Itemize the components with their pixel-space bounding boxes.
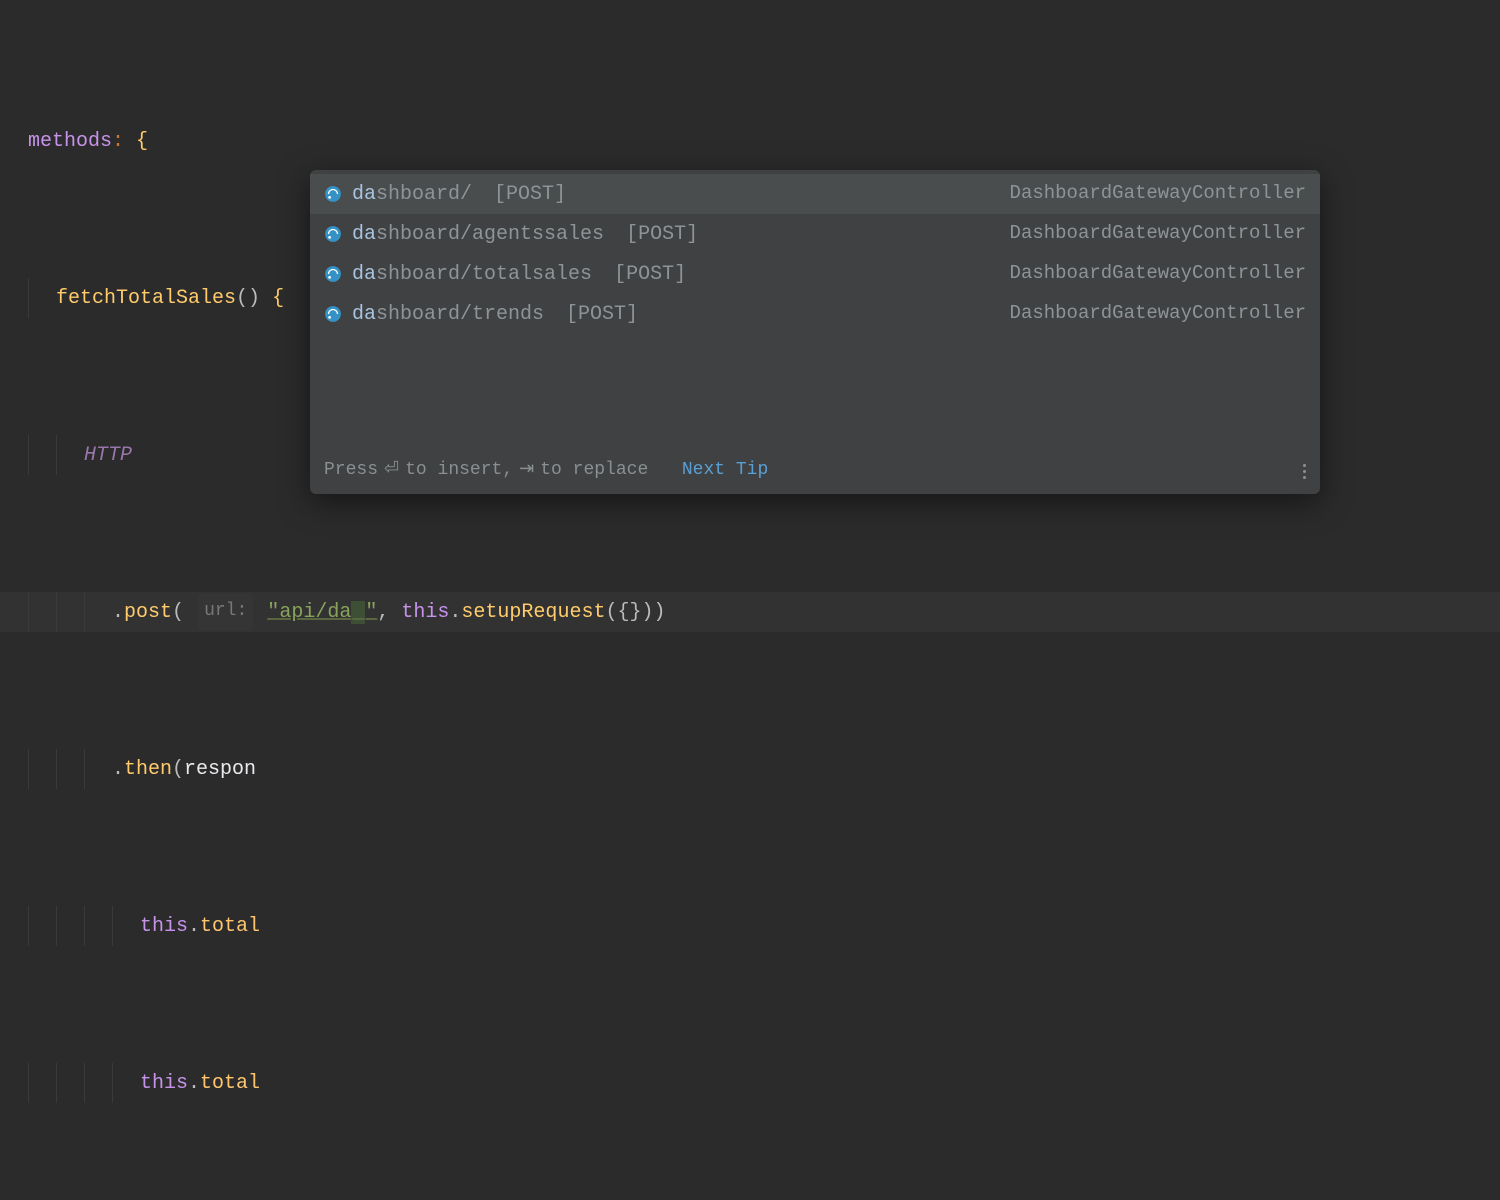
autocomplete-method: [POST]	[566, 295, 638, 334]
autocomplete-source: DashboardGatewayController	[1010, 175, 1306, 212]
footer-text: Press	[324, 453, 378, 488]
brace-token: {	[136, 122, 148, 161]
autocomplete-method: [POST]	[626, 215, 698, 254]
autocomplete-label: dashboard/trends	[352, 295, 544, 334]
autocomplete-label: dashboard/	[352, 175, 472, 214]
this-token: this	[140, 907, 188, 946]
endpoint-icon	[324, 265, 342, 283]
footer-text: to replace	[540, 453, 648, 488]
param-token: respon	[184, 750, 256, 789]
paren-token: ()	[236, 279, 260, 318]
next-tip-link[interactable]: Next Tip	[682, 453, 768, 488]
string-token: "api/da "	[267, 593, 377, 632]
paren-token: ({})	[605, 593, 653, 632]
endpoint-icon	[324, 305, 342, 323]
autocomplete-method: [POST]	[614, 255, 686, 294]
endpoint-icon	[324, 225, 342, 243]
inlay-hint: url:	[198, 593, 253, 630]
code-line[interactable]: this.total	[0, 906, 1500, 946]
paren-token: )	[653, 593, 665, 632]
autocomplete-label: dashboard/totalsales	[352, 255, 592, 294]
this-token: this	[140, 1064, 188, 1103]
property-token: methods	[28, 122, 112, 161]
enter-key-glyph: ⏎	[384, 453, 399, 488]
brace-token: {	[272, 279, 284, 318]
comma-token: ,	[377, 593, 389, 632]
code-line[interactable]: methods: {	[0, 121, 1500, 161]
member-token: total	[200, 1064, 260, 1103]
identifier-token: HTTP	[84, 436, 132, 475]
autocomplete-item[interactable]: dashboard/totalsales [POST] DashboardGat…	[310, 254, 1320, 294]
endpoint-icon	[324, 185, 342, 203]
footer-text: to insert,	[405, 453, 513, 488]
autocomplete-method: [POST]	[494, 175, 566, 214]
code-line[interactable]: .then(respon	[0, 749, 1500, 789]
autocomplete-item[interactable]: dashboard/agentssales [POST] DashboardGa…	[310, 214, 1320, 254]
code-line[interactable]: this.total	[0, 1063, 1500, 1103]
autocomplete-source: DashboardGatewayController	[1010, 215, 1306, 252]
this-token: this	[401, 593, 449, 632]
dot-token: .	[112, 593, 124, 632]
autocomplete-label: dashboard/agentssales	[352, 215, 604, 254]
autocomplete-footer: Press ⏎ to insert, ⇥ to replace Next Tip	[310, 450, 1320, 494]
member-token: total	[200, 907, 260, 946]
more-icon[interactable]	[1303, 464, 1306, 479]
code-line-active[interactable]: .post( url: "api/da ", this.setupRequest…	[0, 592, 1500, 632]
method-token: setupRequest	[461, 593, 605, 632]
autocomplete-source: DashboardGatewayController	[1010, 295, 1306, 332]
text-cursor	[351, 601, 365, 624]
function-name-token: fetchTotalSales	[56, 279, 236, 318]
autocomplete-popup: dashboard/ [POST] DashboardGatewayContro…	[310, 170, 1320, 494]
method-token: then	[124, 750, 172, 789]
tab-key-glyph: ⇥	[519, 453, 534, 488]
autocomplete-item[interactable]: dashboard/ [POST] DashboardGatewayContro…	[310, 174, 1320, 214]
method-token: post	[124, 593, 172, 632]
paren-token: (	[172, 593, 184, 632]
autocomplete-list: dashboard/ [POST] DashboardGatewayContro…	[310, 170, 1320, 334]
autocomplete-item[interactable]: dashboard/trends [POST] DashboardGateway…	[310, 294, 1320, 334]
colon-token: :	[112, 122, 124, 161]
autocomplete-source: DashboardGatewayController	[1010, 255, 1306, 292]
